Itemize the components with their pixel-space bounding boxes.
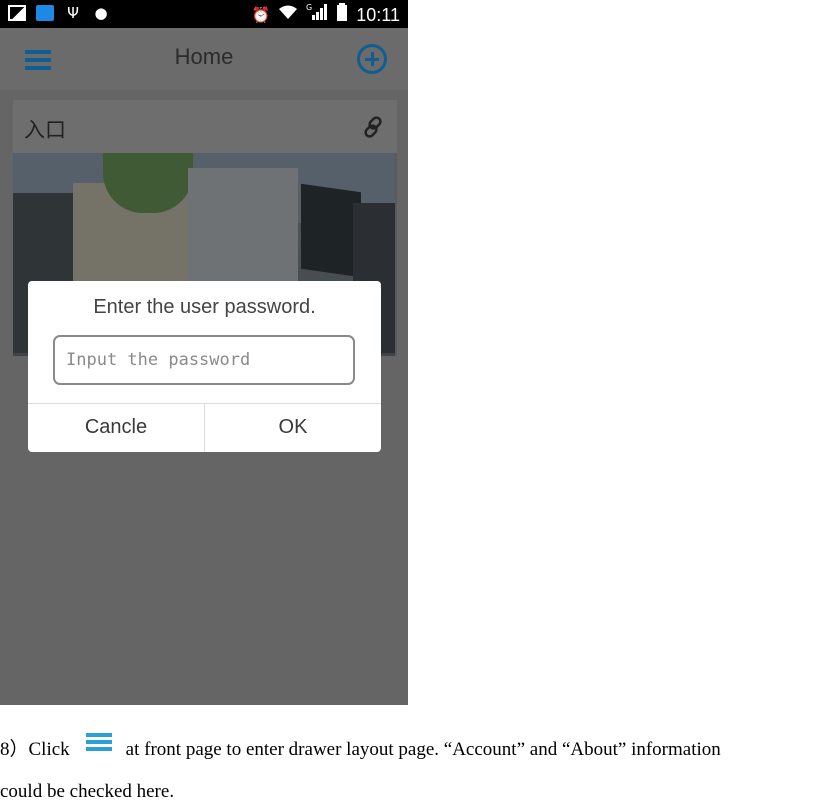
cancel-button[interactable]: Cancle — [28, 403, 204, 452]
password-input[interactable] — [53, 335, 355, 385]
password-dialog: Enter the user password. Cancle OK — [28, 281, 381, 452]
signal-icon: G — [306, 3, 328, 26]
add-circle-icon[interactable] — [357, 44, 387, 74]
caption-text: at front page to enter drawer layout pag… — [125, 739, 721, 760]
caption-prefix: 8）Click — [0, 739, 70, 760]
ok-button[interactable]: OK — [205, 403, 381, 452]
notification-icon — [36, 5, 54, 21]
image-icon — [8, 5, 26, 21]
battery-icon — [336, 3, 348, 26]
dialog-title: Enter the user password. — [93, 296, 316, 318]
link-icon[interactable] — [362, 116, 384, 138]
phone-screenshot: Ψ ● ⏰ G 10:11 Home 入口 Enter the user pas… — [0, 0, 408, 705]
menu-icon — [85, 733, 112, 751]
android-icon: ● — [94, 4, 108, 22]
app-bar: Home — [0, 28, 408, 90]
card-title: 入口 — [24, 118, 66, 142]
card-header: 入口 — [13, 100, 397, 153]
wifi-icon — [278, 4, 298, 25]
alarm-icon: ⏰ — [251, 5, 271, 24]
usb-icon: Ψ — [67, 4, 79, 22]
status-bar: Ψ ● ⏰ G 10:11 — [0, 0, 408, 28]
caption-line-1: 8）Click at front page to enter drawer la… — [0, 733, 721, 761]
page-title: Home — [174, 44, 234, 69]
signal-label: G — [306, 3, 312, 12]
status-time: 10:11 — [356, 4, 400, 25]
caption-line-2: could be checked here. — [0, 781, 175, 802]
